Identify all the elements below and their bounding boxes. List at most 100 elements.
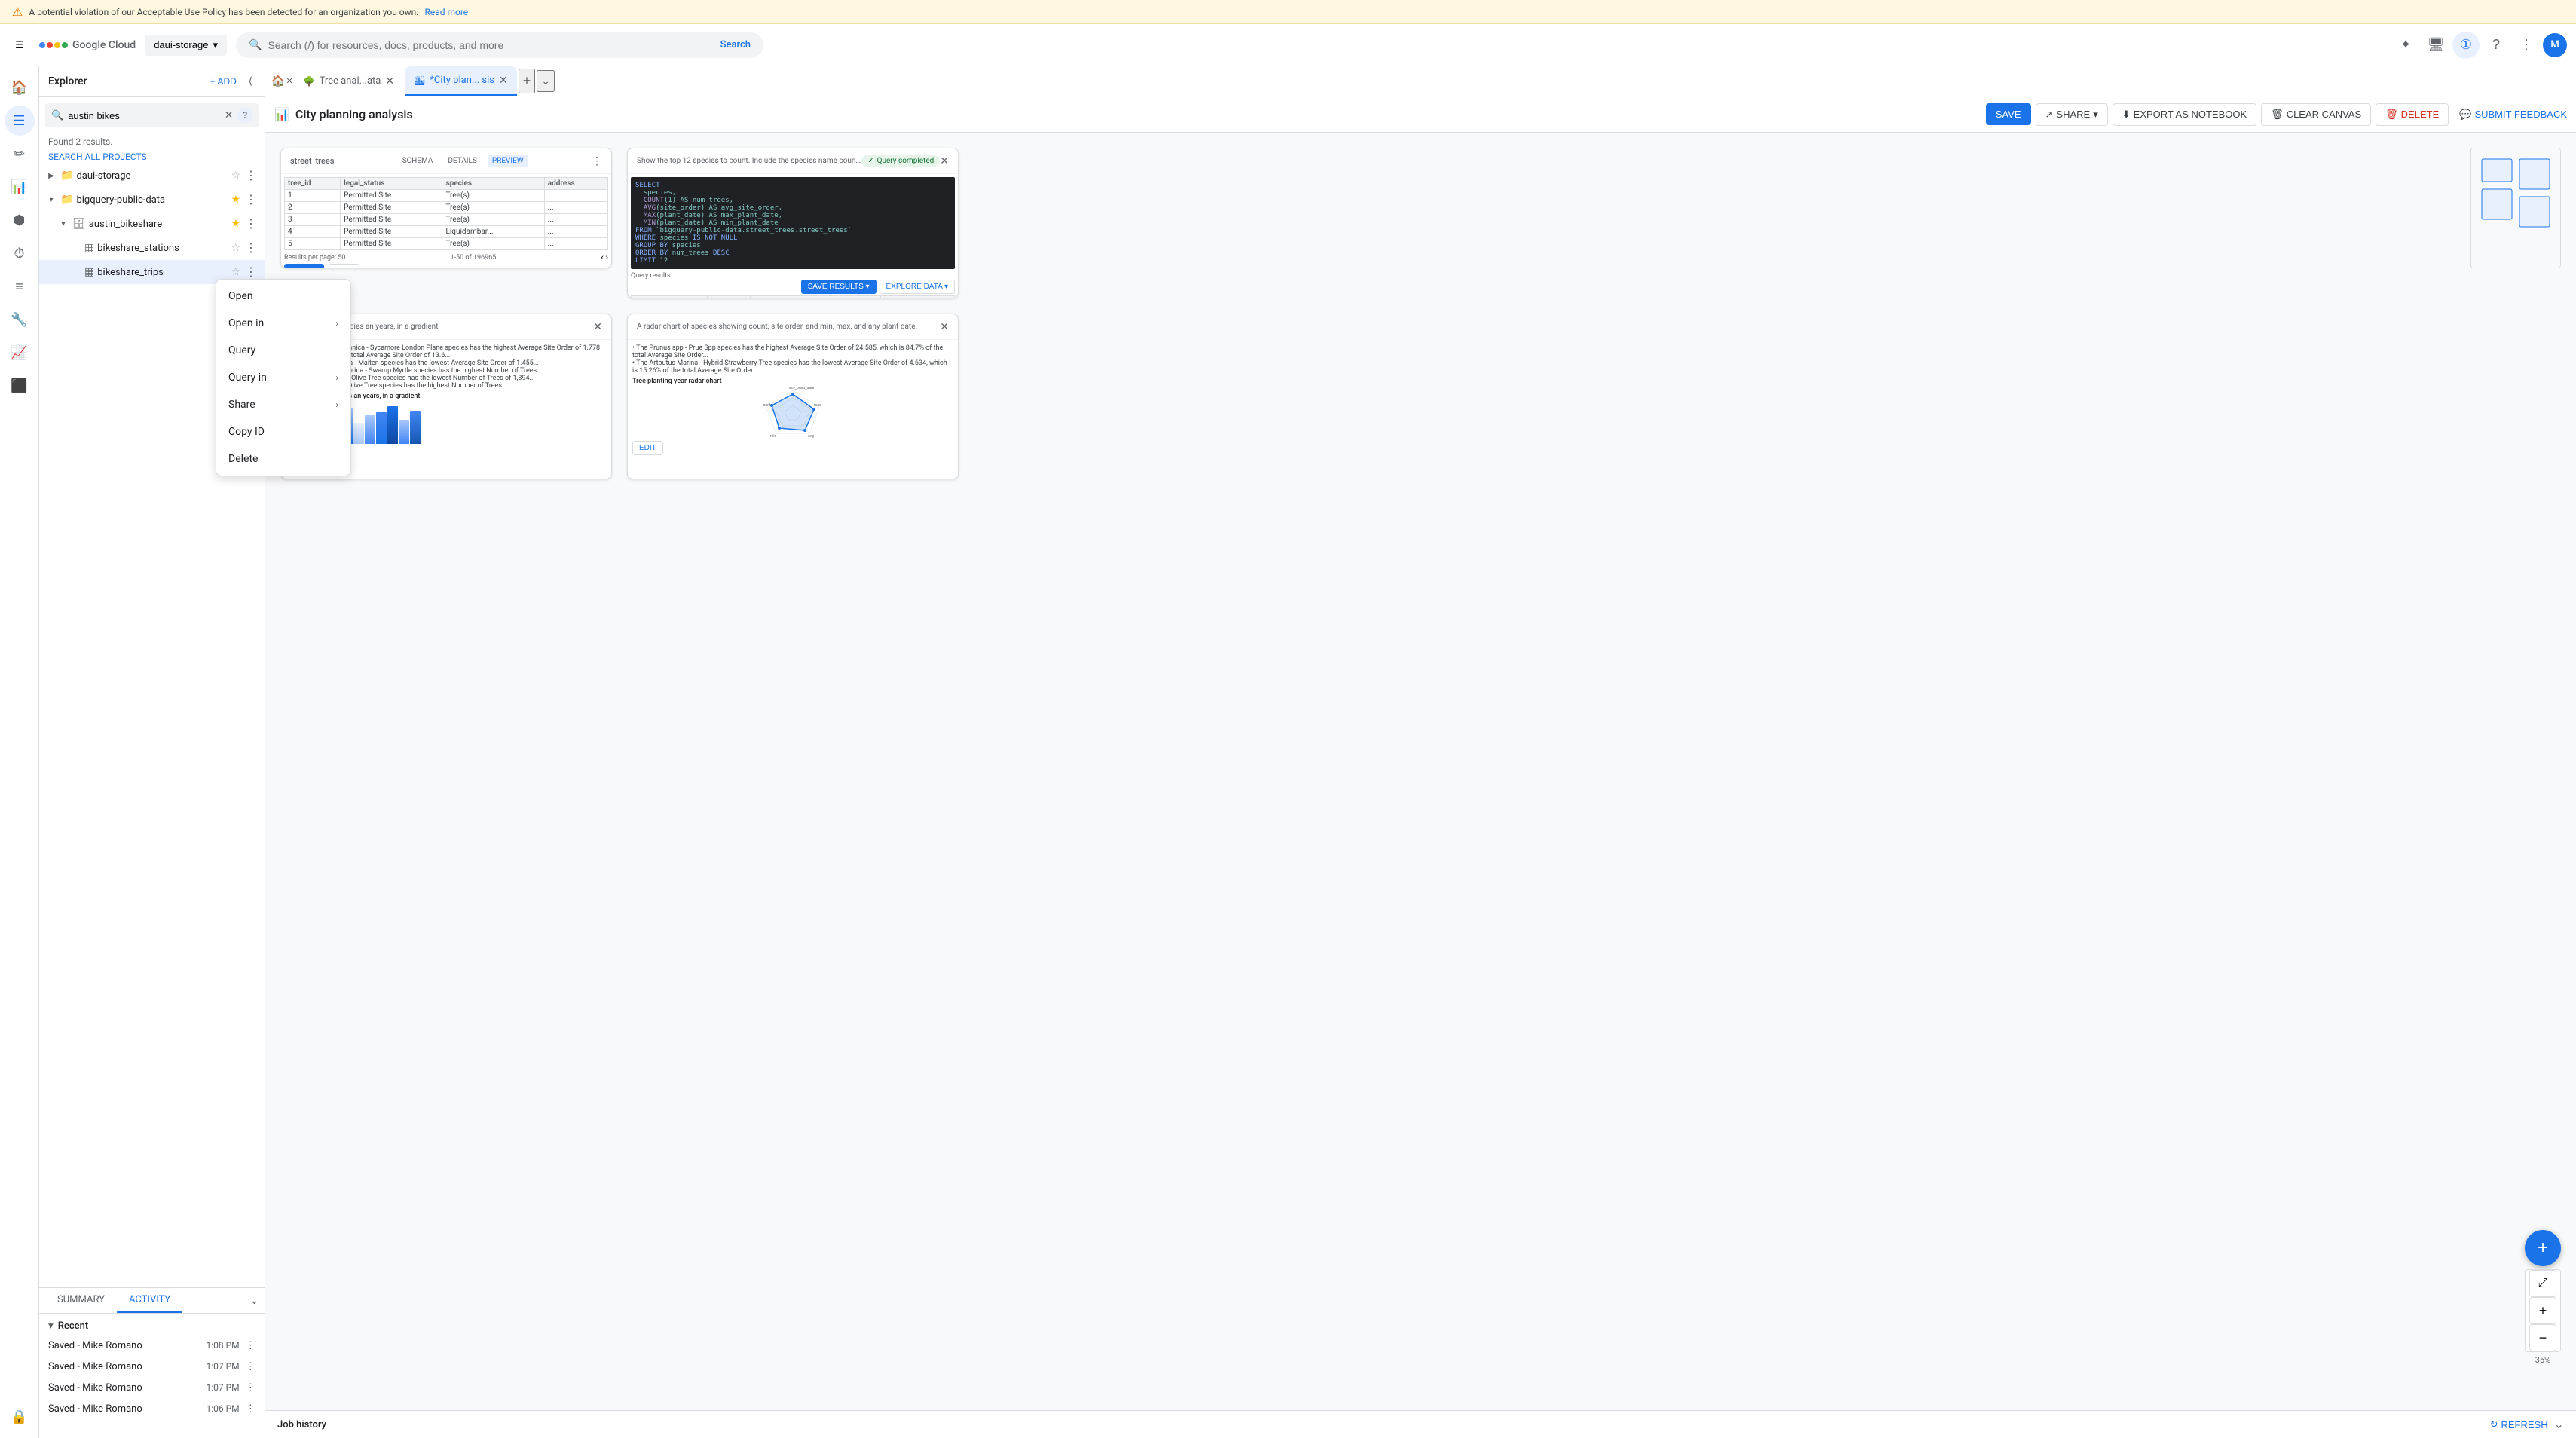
tab-city-icon: 🏙 (414, 75, 425, 86)
monitor-button[interactable]: 🖥 (2422, 32, 2449, 59)
menu-bigquery[interactable]: ⋮ (243, 191, 259, 209)
sidebar-layers-btn[interactable]: ⬛ (5, 371, 35, 401)
sidebar-data-btn[interactable]: 📊 (5, 172, 35, 202)
card-tab-schema[interactable]: SCHEMA (398, 155, 438, 167)
tab-city-close[interactable]: ✕ (499, 75, 508, 87)
sidebar-explorer-btn[interactable]: ☰ (5, 106, 35, 136)
search-button-label[interactable]: Search (720, 39, 751, 50)
page-prev[interactable]: ‹ (601, 253, 604, 262)
recent-collapse-btn[interactable]: ▾ (48, 1320, 54, 1332)
recent-item-menu-0[interactable]: ⋮ (246, 1339, 255, 1351)
recent-item-menu-2[interactable]: ⋮ (246, 1381, 255, 1394)
recent-item-0[interactable]: Saved - Mike Romano 1:08 PM ⋮ (39, 1335, 265, 1356)
warning-icon: ⚠ (12, 5, 23, 19)
sidebar-analytics-btn[interactable]: 📈 (5, 338, 35, 368)
menu-item-copy-id[interactable]: Copy ID (216, 418, 350, 445)
search-input[interactable] (268, 39, 714, 51)
menu-item-share[interactable]: Share › (216, 391, 350, 418)
sidebar-schedule-btn[interactable]: ⏱ (5, 238, 35, 268)
menu-item-open[interactable]: Open (216, 283, 350, 310)
star-trips[interactable]: ☆ (231, 266, 240, 278)
add-canvas-fab[interactable]: + (2525, 1230, 2561, 1266)
bar-7 (353, 423, 364, 444)
zoom-out-button[interactable]: − (2529, 1324, 2556, 1351)
menu-daui[interactable]: ⋮ (243, 167, 259, 185)
export-notebook-button[interactable]: ⬇ EXPORT AS NOTEBOOK (2113, 103, 2256, 126)
search-help-button[interactable]: ? (237, 108, 252, 123)
star-bikeshare[interactable]: ★ (231, 218, 240, 230)
delete-button[interactable]: 🗑 DELETE (2376, 103, 2449, 126)
search-clear-button[interactable]: ✕ (225, 109, 233, 121)
tab-summary[interactable]: SUMMARY (45, 1288, 117, 1313)
collapse-panel-button[interactable]: ⟨ (246, 72, 255, 90)
star-daui[interactable]: ☆ (231, 170, 240, 182)
save-button[interactable]: SAVE (1986, 103, 2031, 125)
recent-item-menu-1[interactable]: ⋮ (246, 1360, 255, 1372)
tab-tree-analysis[interactable]: 🌳 Tree anal...ata ✕ (295, 66, 403, 96)
explore-data-btn[interactable]: EXPLORE DATA ▾ (880, 280, 955, 294)
menu-stations[interactable]: ⋮ (243, 239, 259, 257)
card-radar-more[interactable]: ✕ (940, 320, 949, 333)
tree-item-austin-bikeshare[interactable]: ▾ 🗄 austin_bikeshare ★ ⋮ (39, 212, 265, 236)
page-next[interactable]: › (605, 253, 608, 262)
notification-button[interactable]: ① (2452, 32, 2480, 59)
card-street-trees-more[interactable]: ⋮ (592, 155, 602, 167)
sidebar-query-btn[interactable]: ⬢ (5, 205, 35, 235)
refresh-button[interactable]: ↻ REFRESH (2490, 1418, 2548, 1430)
recent-header: ▾ Recent (39, 1317, 265, 1335)
tree-item-bigquery[interactable]: ▾ 📁 bigquery-public-data ★ ⋮ (39, 188, 265, 212)
save-results-btn[interactable]: SAVE RESULTS ▾ (801, 280, 877, 294)
recent-item-1[interactable]: Saved - Mike Romano 1:07 PM ⋮ (39, 1356, 265, 1377)
menu-item-open-in[interactable]: Open in › (216, 310, 350, 337)
menu-item-query[interactable]: Query (216, 337, 350, 364)
sidebar-lock-btn[interactable]: 🔒 (5, 1402, 35, 1432)
card-query-more[interactable]: ✕ (940, 155, 949, 167)
home-tab-btn[interactable]: 🏠 (271, 75, 284, 87)
card-bar-more[interactable]: ✕ (593, 320, 602, 333)
share-button[interactable]: ↗ SHARE ▾ (2036, 103, 2108, 126)
tab-nav-button[interactable]: ⌄ (537, 70, 555, 92)
card-tab-details[interactable]: DETAILS (443, 155, 482, 167)
canvas-area[interactable]: street_trees SCHEMA DETAILS PREVIEW ⋮ (265, 133, 2576, 1410)
hamburger-button[interactable]: ☰ (9, 33, 30, 57)
tree-item-stations[interactable]: ▶ ▦ bikeshare_stations ☆ ⋮ (39, 236, 265, 260)
collapse-activity-btn[interactable]: ⌄ (250, 1295, 259, 1307)
search-all-projects-link[interactable]: SEARCH ALL PROJECTS (39, 150, 265, 164)
warning-link[interactable]: Read more (424, 7, 468, 17)
recent-item-menu-3[interactable]: ⋮ (246, 1403, 255, 1415)
star-bigquery[interactable]: ★ (231, 194, 240, 206)
sparkle-button[interactable]: ✦ (2392, 32, 2419, 59)
zoom-in-button[interactable]: + (2529, 1297, 2556, 1324)
menu-bikeshare[interactable]: ⋮ (243, 215, 259, 233)
user-avatar[interactable]: M (2543, 33, 2567, 57)
recent-item-2[interactable]: Saved - Mike Romano 1:07 PM ⋮ (39, 1377, 265, 1398)
explorer-search-input[interactable] (68, 110, 220, 121)
expand-button[interactable]: ⤢ (2529, 1270, 2556, 1297)
tree-item-daui-storage[interactable]: ▶ 📁 daui-storage ☆ ⋮ (39, 164, 265, 188)
add-tab-button[interactable]: + (519, 69, 536, 93)
home-close-btn[interactable]: ✕ (286, 76, 292, 86)
clear-canvas-button[interactable]: 🗑 CLEAR CANVAS (2261, 103, 2371, 126)
submit-feedback-button[interactable]: 💬 SUBMIT FEEDBACK (2459, 109, 2567, 121)
sidebar-home-btn[interactable]: 🏠 (5, 72, 35, 102)
card-tab-preview[interactable]: PREVIEW (488, 155, 528, 167)
tab-city-planning[interactable]: 🏙 *City plan... sis ✕ (405, 66, 517, 96)
collapse-history-button[interactable]: ⌄ (2554, 1417, 2564, 1432)
project-selector[interactable]: daui-storage ▾ (145, 35, 227, 56)
tab-tree-close[interactable]: ✕ (385, 75, 394, 87)
sidebar-compose-btn[interactable]: ✏ (5, 139, 35, 169)
menu-item-query-in[interactable]: Query in › (216, 364, 350, 391)
menu-item-delete[interactable]: Delete (216, 445, 350, 473)
add-button[interactable]: + ADD (204, 72, 243, 90)
sidebar-wrench-btn[interactable]: 🔧 (5, 304, 35, 335)
sidebar-list-btn[interactable]: ≡ (5, 271, 35, 301)
join-btn[interactable]: JOIN (329, 264, 359, 268)
more-options-button[interactable]: ⋮ (2513, 32, 2540, 59)
query-btn[interactable]: QUERY (284, 264, 324, 268)
star-stations[interactable]: ☆ (231, 242, 240, 254)
help-button[interactable]: ? (2483, 32, 2510, 59)
recent-item-3[interactable]: Saved - Mike Romano 1:06 PM ⋮ (39, 1398, 265, 1419)
radar-edit-btn[interactable]: EDIT (632, 441, 663, 455)
bar-9 (376, 412, 387, 444)
tab-activity[interactable]: ACTIVITY (117, 1288, 182, 1313)
